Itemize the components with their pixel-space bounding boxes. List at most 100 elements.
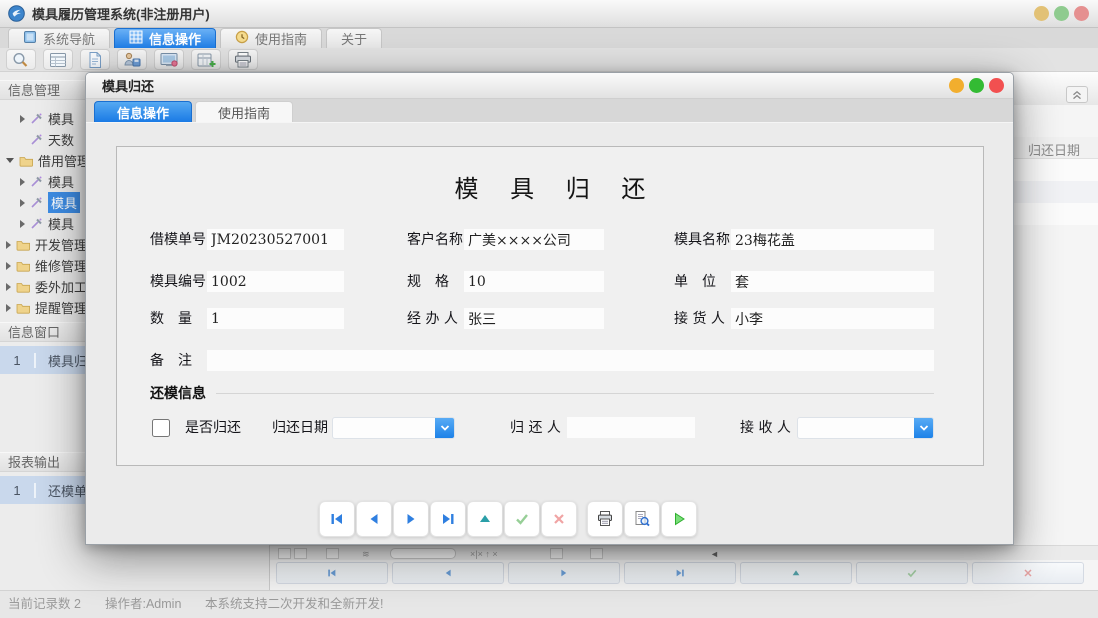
last-record-icon[interactable] [624, 562, 736, 584]
tab-about[interactable]: 关于 [326, 28, 382, 48]
mold-no-label: 模具编号 [150, 271, 206, 293]
mold-name-label: 模具名称 [674, 229, 730, 251]
user-save-icon[interactable] [117, 49, 147, 70]
print-preview-button[interactable] [624, 501, 660, 537]
minimize-button[interactable] [1034, 6, 1049, 21]
dialog-tabbar: 信息操作 使用指南 [86, 99, 1013, 123]
cancel-icon[interactable] [972, 562, 1084, 584]
tab-system-nav[interactable]: 系统导航 [8, 28, 110, 48]
tree-item-label: 天数 [48, 130, 74, 149]
titlebar: 模具履历管理系统(非注册用户) [0, 0, 1098, 28]
search-icon[interactable] [6, 49, 36, 70]
folder-icon [19, 155, 33, 167]
dialog-close-button[interactable] [989, 78, 1004, 93]
wand-icon [30, 217, 43, 230]
remark-field[interactable] [207, 350, 934, 371]
app-window: 模具履历管理系统(非注册用户) 系统导航 信息操作 使用指南 关于 [0, 0, 1098, 618]
printer-icon[interactable] [228, 49, 258, 70]
dialog-maximize-button[interactable] [969, 78, 984, 93]
mold-name-field[interactable] [731, 229, 934, 250]
close-button[interactable] [1074, 6, 1089, 21]
is-returned-checkbox[interactable] [152, 419, 170, 437]
mold-no-field[interactable] [207, 271, 344, 292]
up-button[interactable] [467, 501, 503, 537]
chevron-right-icon [6, 283, 11, 291]
grid-icon [129, 30, 143, 47]
maximize-button[interactable] [1054, 6, 1069, 21]
record-count: 当前记录数 2 [8, 591, 81, 618]
tree-item-label: 模具 [48, 192, 80, 213]
tab-info-operation[interactable]: 信息操作 [114, 28, 216, 48]
spec-field[interactable] [464, 271, 604, 292]
dialog-minimize-button[interactable] [949, 78, 964, 93]
unit-label: 单 位 [674, 271, 716, 293]
dialog-toolbar [319, 501, 697, 537]
chevron-down-icon[interactable] [435, 418, 454, 438]
monitor-icon[interactable] [154, 49, 184, 70]
dialog-tab-user-guide[interactable]: 使用指南 [195, 101, 293, 122]
first-record-icon[interactable] [276, 562, 388, 584]
chevron-right-icon [6, 304, 11, 312]
next-record-icon[interactable] [508, 562, 620, 584]
pager-control [550, 548, 563, 559]
chevron-down-icon[interactable] [914, 418, 933, 438]
wand-icon [30, 133, 43, 146]
form-heading: 模 具 归 还 [117, 169, 983, 204]
last-record-button[interactable] [430, 501, 466, 537]
return-date-select[interactable] [332, 417, 455, 439]
customer-name-field[interactable] [464, 229, 604, 250]
run-button[interactable] [661, 501, 697, 537]
pager-control [278, 548, 291, 559]
tree-item-label: 模具 [48, 109, 74, 128]
borrow-order-no-field[interactable] [207, 229, 344, 250]
chevron-down-icon [6, 158, 14, 163]
row-number: 1 [0, 353, 36, 368]
unit-field[interactable] [731, 271, 934, 292]
first-record-button[interactable] [319, 501, 355, 537]
dialog-titlebar: 模具归还 [86, 73, 1013, 99]
status-message: 本系统支持二次开发和全新开发! [205, 591, 383, 618]
chevron-right-icon [20, 220, 25, 228]
app-logo-icon [8, 5, 25, 22]
remark-label: 备 注 [150, 350, 192, 372]
confirm-button[interactable] [504, 501, 540, 537]
nav-square-icon [23, 30, 37, 47]
folder-icon [16, 281, 30, 293]
dialog-title: 模具归还 [102, 76, 154, 95]
confirm-icon[interactable] [856, 562, 968, 584]
wand-icon [30, 175, 43, 188]
folder-icon [16, 239, 30, 251]
borrow-order-no-label: 借模单号 [150, 229, 206, 251]
chevrons-up-icon[interactable] [1066, 86, 1088, 103]
grid-add-icon[interactable] [191, 49, 221, 70]
pager-mark: ≋ [362, 549, 370, 560]
prev-record-button[interactable] [356, 501, 392, 537]
background-pager-strip: ≋ ×|× ↑ × ◄ [270, 545, 1098, 560]
document-icon[interactable] [80, 49, 110, 70]
row-number: 1 [0, 483, 36, 498]
prev-record-icon[interactable] [392, 562, 504, 584]
help-clock-icon [235, 30, 249, 47]
tab-label: 使用指南 [255, 29, 307, 48]
quantity-field[interactable] [207, 308, 344, 329]
tab-user-guide[interactable]: 使用指南 [220, 28, 322, 48]
handler-field[interactable] [464, 308, 604, 329]
up-icon[interactable] [740, 562, 852, 584]
receiver-select[interactable] [797, 417, 934, 439]
column-header-return-date[interactable]: 归还日期 [1028, 140, 1080, 159]
goods-receiver-field[interactable] [731, 308, 934, 329]
returner-label: 归 还 人 [510, 417, 561, 439]
divider [216, 393, 934, 394]
print-button[interactable] [587, 501, 623, 537]
wand-icon [30, 112, 43, 125]
pager-input [390, 548, 456, 559]
pager-control [326, 548, 339, 559]
report-table-icon[interactable] [43, 49, 73, 70]
handler-label: 经 办 人 [407, 308, 458, 330]
dialog-tab-info-operation[interactable]: 信息操作 [94, 101, 192, 122]
next-record-button[interactable] [393, 501, 429, 537]
pager-control [590, 548, 603, 559]
window-controls [1034, 6, 1089, 21]
returner-field[interactable] [567, 417, 695, 438]
cancel-button[interactable] [541, 501, 577, 537]
